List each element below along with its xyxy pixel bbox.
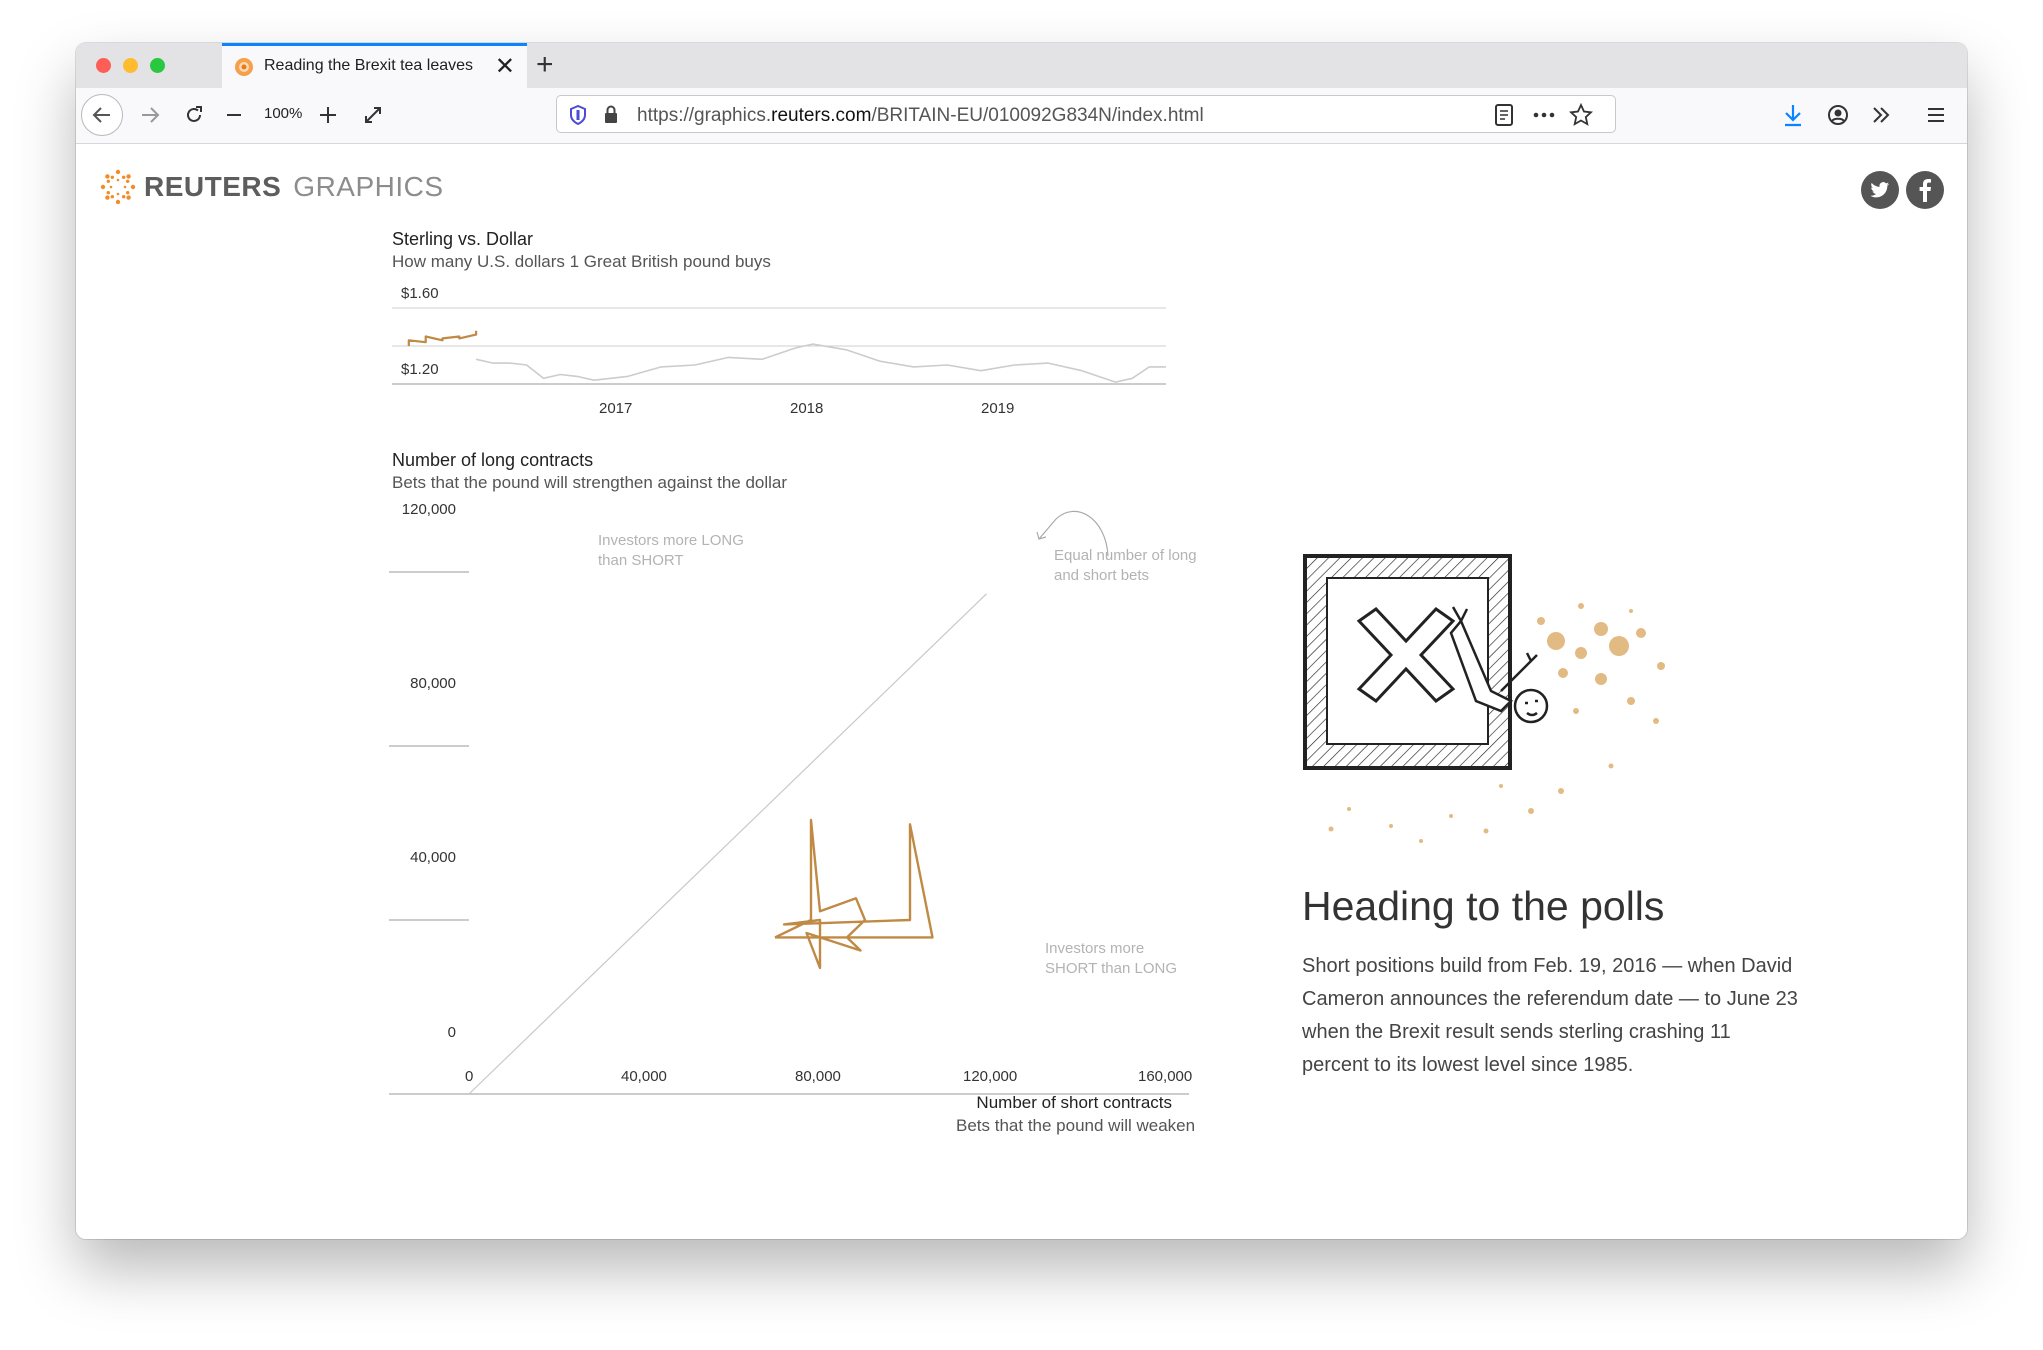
article-heading: Heading to the polls: [1302, 883, 1665, 929]
tab-close-icon[interactable]: ✕: [495, 53, 515, 81]
maximize-window-button[interactable]: [150, 58, 165, 73]
tracking-shield-icon[interactable]: [569, 105, 587, 125]
url-domain: reuters.com: [771, 105, 872, 126]
zoom-in-button[interactable]: [313, 96, 343, 134]
reload-icon: [187, 106, 202, 122]
nav-toolbar: 100% https://graphics.reuters.com/BRITAI…: [76, 88, 1967, 144]
lock-icon[interactable]: [603, 105, 619, 124]
chevron-double-right-icon: [1873, 107, 1890, 123]
positions-path-line: [774, 818, 934, 970]
fullscreen-button[interactable]: [356, 96, 390, 134]
reload-button[interactable]: [174, 96, 214, 134]
url-text[interactable]: https://graphics.reuters.com/BRITAIN-EU/…: [637, 105, 1204, 127]
expand-icon: [365, 107, 381, 123]
ballot-illustration: [1303, 554, 1665, 843]
zoom-level[interactable]: 100%: [264, 105, 302, 122]
page-actions-icon[interactable]: [1532, 106, 1556, 124]
back-button[interactable]: [81, 94, 123, 136]
forward-button[interactable]: [130, 96, 170, 134]
annotation-arrow: [1038, 510, 1109, 557]
downloads-button[interactable]: [1777, 96, 1809, 134]
account-icon: [1828, 105, 1848, 125]
reader-view-icon[interactable]: [1494, 104, 1514, 126]
tab-strip: Reading the Brexit tea leaves ✕ +: [76, 43, 1967, 88]
page-content: REUTERS GRAPHICS Sterling vs. Dollar How…: [76, 144, 1967, 1239]
overflow-menu-button[interactable]: [1865, 96, 1897, 134]
minimize-window-button[interactable]: [123, 58, 138, 73]
minus-icon: [227, 114, 241, 116]
url-bar[interactable]: https://graphics.reuters.com/BRITAIN-EU/…: [556, 95, 1616, 133]
close-window-button[interactable]: [96, 58, 111, 73]
account-button[interactable]: [1822, 96, 1854, 134]
bookmark-star-icon[interactable]: [1569, 103, 1593, 127]
tab-title: Reading the Brexit tea leaves: [264, 57, 474, 74]
new-tab-button[interactable]: +: [536, 48, 554, 82]
hamburger-menu-icon: [1928, 108, 1944, 122]
tab-active[interactable]: Reading the Brexit tea leaves ✕: [222, 43, 527, 88]
zoom-out-button[interactable]: [219, 96, 249, 134]
app-menu-button[interactable]: [1919, 96, 1953, 134]
forward-arrow-icon: [142, 107, 160, 123]
url-path: /BRITAIN-EU/010092G834N/index.html: [871, 105, 1204, 126]
back-arrow-icon: [92, 107, 110, 123]
reuters-favicon-icon: [235, 58, 253, 76]
browser-window: Reading the Brexit tea leaves ✕ + 100% h…: [76, 43, 1967, 1239]
article-body: Short positions build from Feb. 19, 2016…: [1302, 955, 1798, 1076]
url-prefix: https://graphics.: [637, 105, 772, 126]
download-icon: [1785, 105, 1801, 127]
plus-icon: [320, 107, 336, 123]
